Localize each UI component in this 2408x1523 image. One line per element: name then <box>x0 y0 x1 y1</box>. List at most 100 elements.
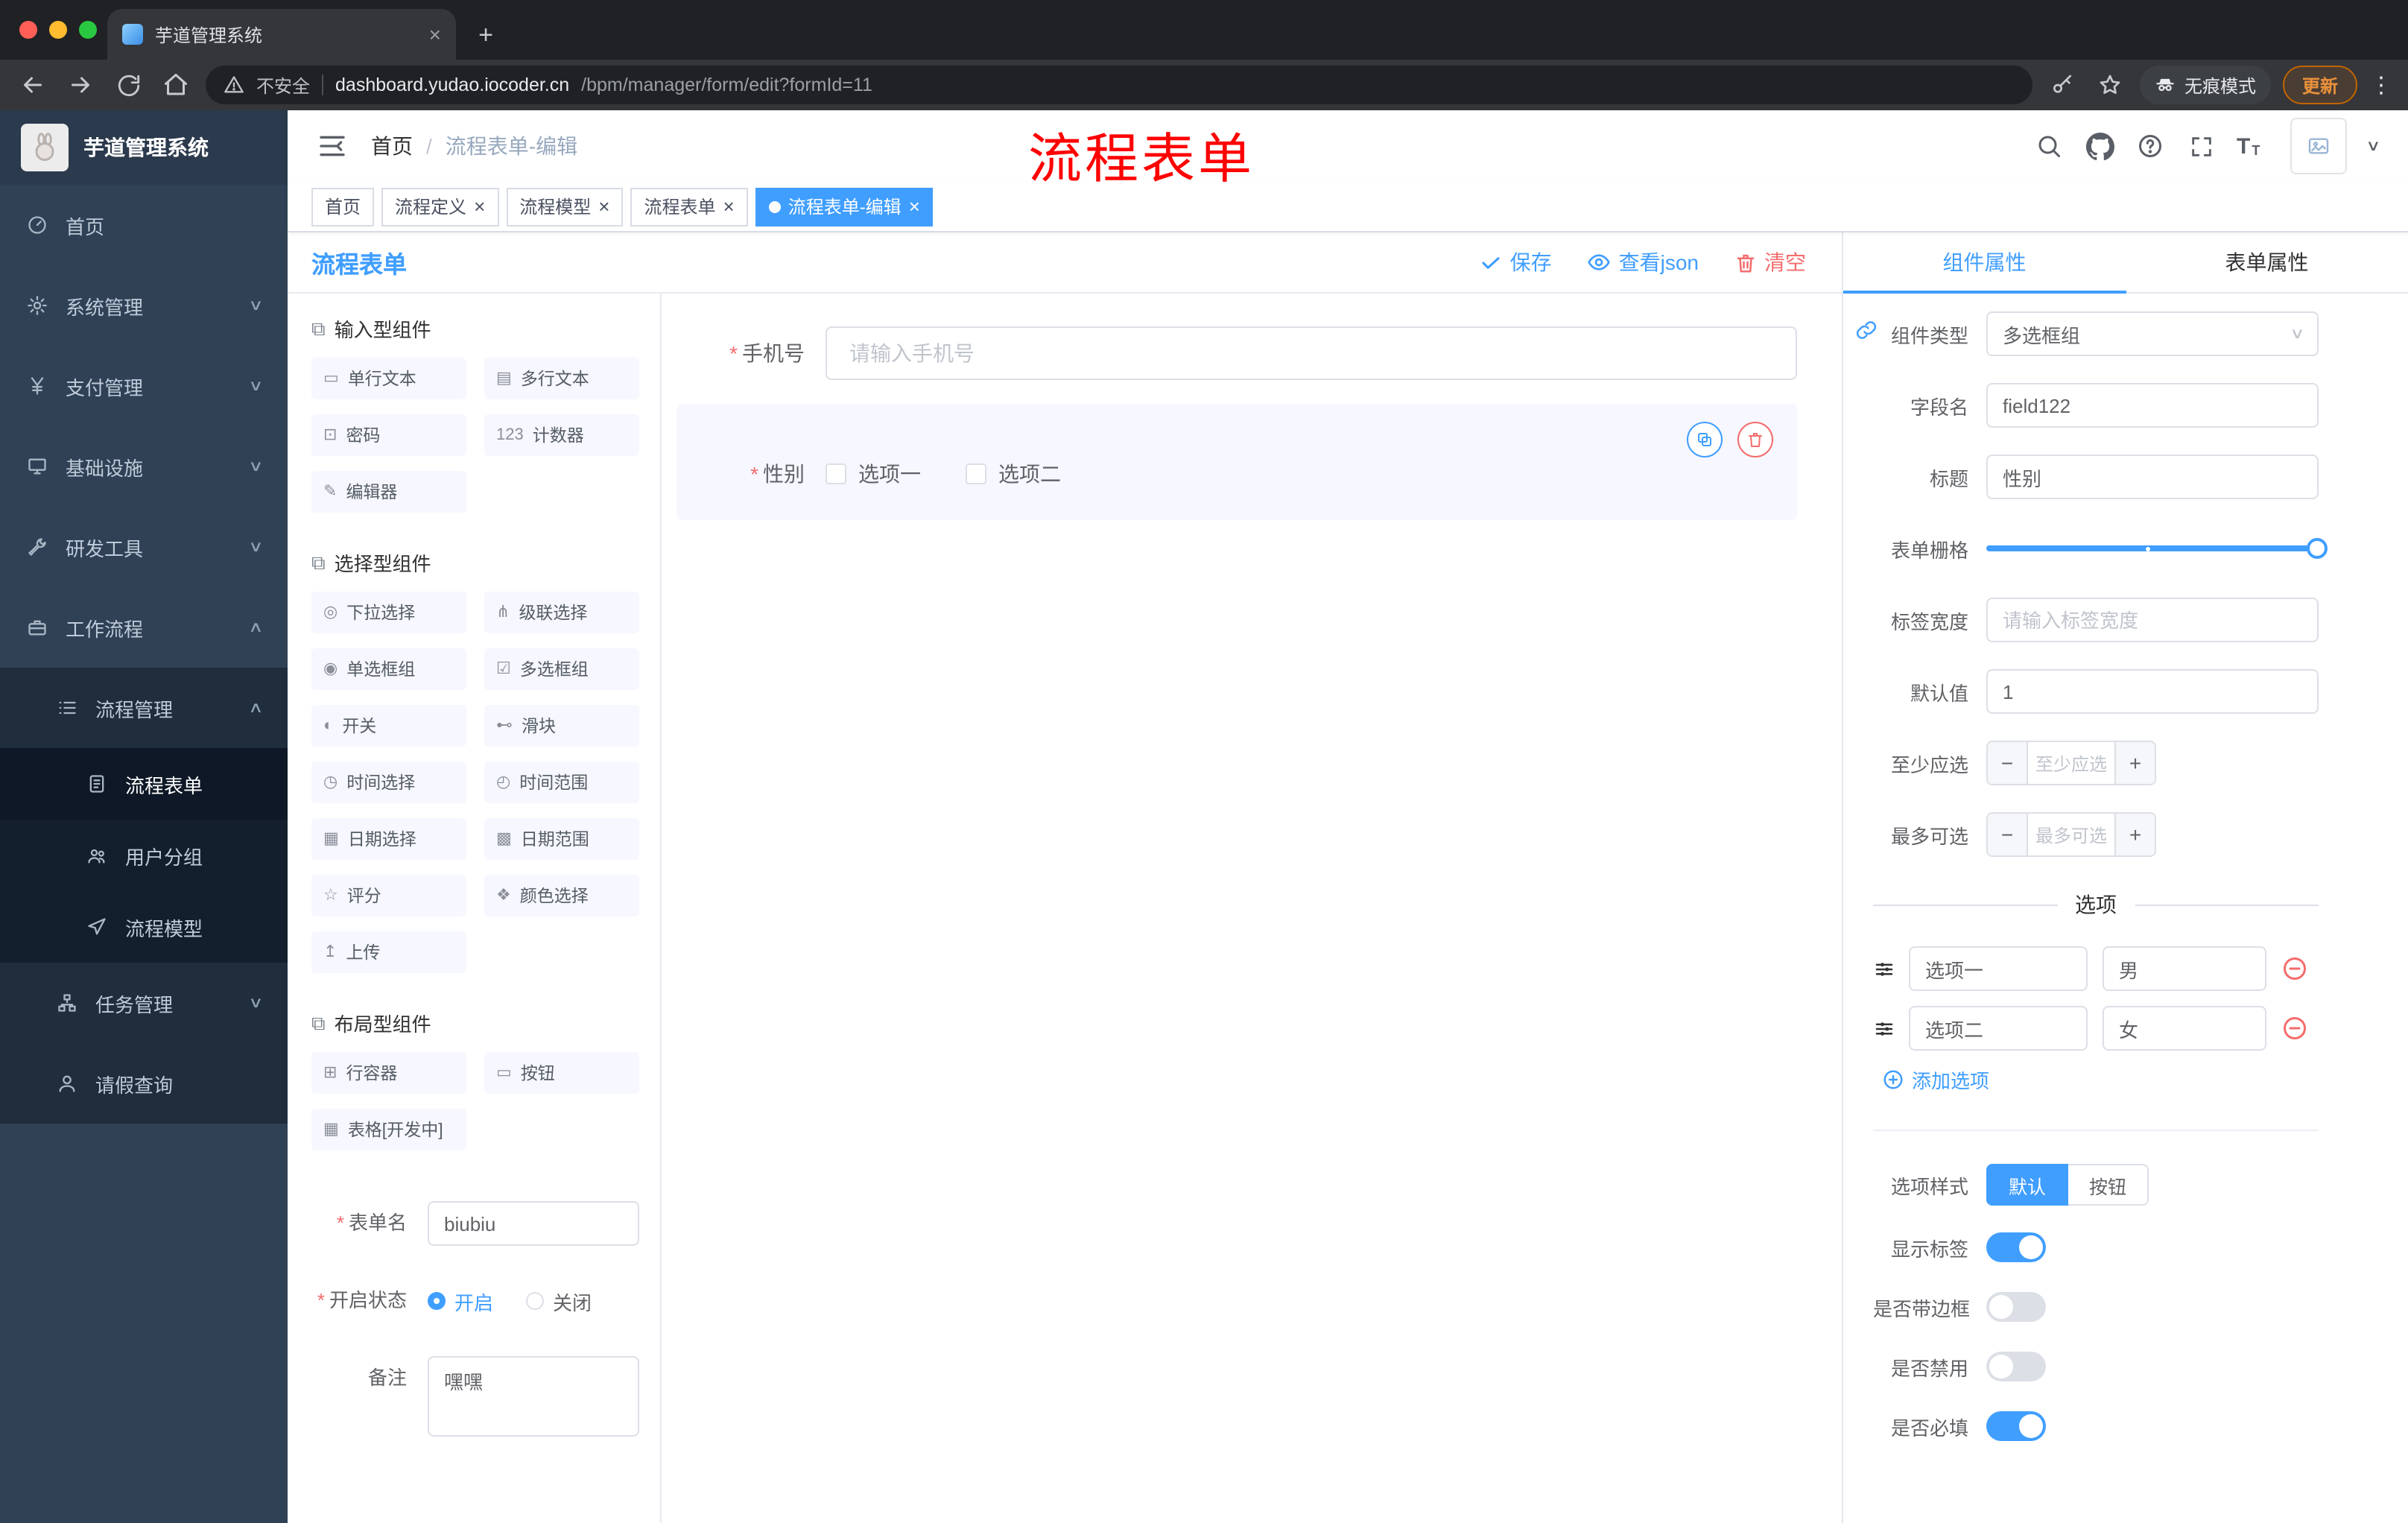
chip-row-container[interactable]: ⊞ 行容器 <box>311 1052 466 1094</box>
chip-cascader[interactable]: ⋔ 级联选择 <box>484 592 639 633</box>
tag-close-icon[interactable]: × <box>474 197 485 216</box>
max-checked-value[interactable]: 最多可选 <box>2028 814 2114 855</box>
sidebar-item-user-group[interactable]: 用户分组 <box>0 820 288 891</box>
tag-home[interactable]: 首页 <box>311 187 375 226</box>
key-icon[interactable] <box>2044 67 2080 103</box>
tag-close-icon[interactable]: × <box>723 197 735 216</box>
style-button-button[interactable]: 按钮 <box>2068 1164 2149 1206</box>
option-label-input[interactable] <box>1909 1006 2088 1051</box>
back-button[interactable] <box>15 67 51 103</box>
browser-tab[interactable]: 芋道管理系统 × <box>107 9 456 60</box>
min-checked-value[interactable]: 至少应选 <box>2028 742 2114 784</box>
chip-radio-group[interactable]: ◉ 单选框组 <box>311 648 466 690</box>
tag-process-definition[interactable]: 流程定义 × <box>381 187 499 226</box>
save-button[interactable]: 保存 <box>1480 247 1552 277</box>
github-icon[interactable] <box>2085 131 2114 161</box>
tag-process-model[interactable]: 流程模型 × <box>506 187 624 226</box>
chip-slider[interactable]: ⊷ 滑块 <box>484 705 639 747</box>
sidebar-item-infrastructure[interactable]: 基础设施 ∨ <box>0 426 288 507</box>
chip-time-range[interactable]: ◴ 时间范围 <box>484 762 639 803</box>
option-label-input[interactable] <box>1909 946 2088 991</box>
sidebar-item-task-management[interactable]: 任务管理 ∨ <box>0 963 288 1043</box>
home-button[interactable] <box>158 67 194 103</box>
label-width-input[interactable] <box>1986 598 2319 642</box>
breadcrumb-home-link[interactable]: 首页 <box>371 131 413 161</box>
chip-password[interactable]: ⊡ 密码 <box>311 414 466 456</box>
grid-slider[interactable] <box>1986 526 2328 571</box>
sidebar-item-workflow[interactable]: 工作流程 ∧ <box>0 587 288 668</box>
tag-process-form[interactable]: 流程表单 × <box>630 187 748 226</box>
checkbox-option-2[interactable]: 选项二 <box>966 459 1061 489</box>
chip-button[interactable]: ▭ 按钮 <box>484 1052 639 1094</box>
form-remark-textarea[interactable]: 嘿嘿 <box>428 1356 639 1437</box>
chip-date-picker[interactable]: ▦ 日期选择 <box>311 818 466 860</box>
field-phone[interactable]: * 手机号 <box>677 326 1797 380</box>
drag-handle-icon[interactable] <box>1873 957 1903 980</box>
sidebar-item-process-form[interactable]: 流程表单 <box>0 748 288 820</box>
sidebar-item-home[interactable]: 首页 <box>0 185 288 265</box>
update-button[interactable]: 更新 <box>2282 66 2357 104</box>
tab-component-props[interactable]: 组件属性 <box>1843 232 2126 294</box>
window-zoom-button[interactable] <box>79 21 97 39</box>
increase-button[interactable]: + <box>2114 814 2155 855</box>
remove-option-button[interactable] <box>2281 955 2308 982</box>
reload-button[interactable] <box>110 67 146 103</box>
font-size-icon[interactable]: TT <box>2237 135 2260 157</box>
drag-handle-icon[interactable] <box>1873 1017 1903 1039</box>
border-switch[interactable] <box>1986 1292 2046 1322</box>
sidebar-item-leave-query[interactable]: 请假查询 <box>0 1043 288 1124</box>
forward-button[interactable] <box>63 67 98 103</box>
chip-counter[interactable]: 123 计数器 <box>484 414 639 456</box>
tab-form-props[interactable]: 表单属性 <box>2126 232 2408 292</box>
decrease-button[interactable]: − <box>1988 814 2028 855</box>
status-on-radio[interactable]: 开启 <box>428 1287 493 1315</box>
title-input[interactable] <box>1986 455 2319 499</box>
style-default-button[interactable]: 默认 <box>1986 1164 2069 1206</box>
delete-component-button[interactable] <box>1737 422 1773 457</box>
show-label-switch[interactable] <box>1986 1232 2046 1262</box>
chip-select[interactable]: ◎ 下拉选择 <box>311 592 466 633</box>
chevron-down-icon[interactable]: ∨ <box>2365 138 2380 154</box>
chip-time-picker[interactable]: ◷ 时间选择 <box>311 762 466 803</box>
tag-close-icon[interactable]: × <box>598 197 609 216</box>
add-option-button[interactable]: 添加选项 <box>1882 1066 2319 1094</box>
sidebar-item-devtools[interactable]: 研发工具 ∨ <box>0 507 288 587</box>
slider-handle[interactable] <box>2307 538 2328 559</box>
phone-input[interactable] <box>826 326 1797 380</box>
chip-switch[interactable]: ◐ 开关 <box>311 705 466 747</box>
chip-multi-line-text[interactable]: ▤ 多行文本 <box>484 358 639 399</box>
address-bar[interactable]: 不安全 dashboard.yudao.iocoder.cn /bpm/mana… <box>206 66 2032 104</box>
option-value-input[interactable] <box>2103 1006 2266 1051</box>
help-icon[interactable] <box>2135 131 2165 161</box>
field-gender-selected[interactable]: * 性别 选项一 选项二 <box>677 404 1797 520</box>
increase-button[interactable]: + <box>2114 742 2155 784</box>
disabled-switch[interactable] <box>1986 1352 2046 1381</box>
view-json-button[interactable]: 查看json <box>1588 247 1699 277</box>
new-tab-button[interactable]: + <box>471 19 501 49</box>
chip-single-line-text[interactable]: ▭ 单行文本 <box>311 358 466 399</box>
avatar[interactable] <box>2290 118 2347 174</box>
chip-editor[interactable]: ✎ 编辑器 <box>311 471 466 513</box>
component-type-select[interactable]: 多选框组 ∨ <box>1986 311 2319 356</box>
link-icon[interactable] <box>1849 313 1882 346</box>
chip-table[interactable]: ▦ 表格[开发中] <box>311 1109 466 1150</box>
window-close-button[interactable] <box>19 21 37 39</box>
field-name-input[interactable] <box>1986 383 2319 428</box>
bookmark-star-icon[interactable] <box>2092 67 2128 103</box>
slider-track[interactable] <box>1986 545 2319 551</box>
chip-rate[interactable]: ☆ 评分 <box>311 875 466 916</box>
copy-component-button[interactable] <box>1687 422 1723 457</box>
sidebar-item-process-model[interactable]: 流程模型 <box>0 891 288 963</box>
default-value-input[interactable] <box>1986 669 2319 714</box>
chip-upload[interactable]: ↥ 上传 <box>311 931 466 973</box>
checkbox-option-1[interactable]: 选项一 <box>826 459 921 489</box>
chip-checkbox-group[interactable]: ☑ 多选框组 <box>484 648 639 690</box>
window-minimize-button[interactable] <box>49 21 67 39</box>
browser-menu-icon[interactable]: ⋮ <box>2369 72 2393 98</box>
decrease-button[interactable]: − <box>1988 742 2028 784</box>
required-switch[interactable] <box>1986 1411 2046 1441</box>
clear-button[interactable]: 清空 <box>1734 247 1806 277</box>
form-canvas[interactable]: * 手机号 请输入手机号 * 性别 选项一 选项二 <box>662 294 1842 1523</box>
tag-close-icon[interactable]: × <box>909 197 920 216</box>
chip-date-range[interactable]: ▩ 日期范围 <box>484 818 639 860</box>
